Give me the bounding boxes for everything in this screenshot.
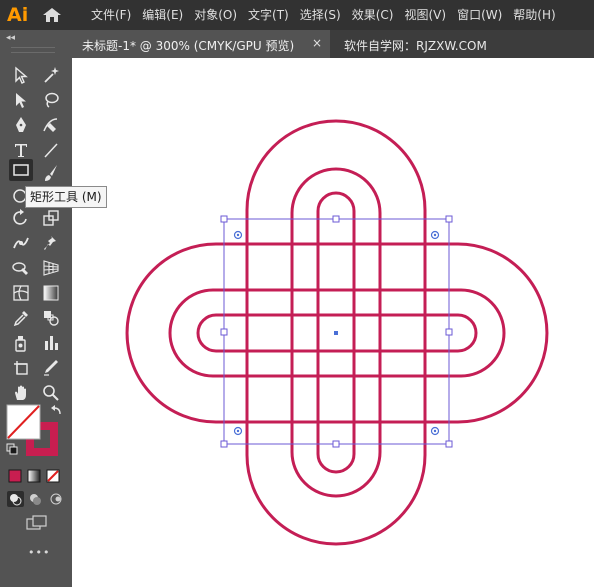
tab-website[interactable]: 软件自学网：RJZXW.COM [344, 37, 487, 54]
panel-grip[interactable] [11, 47, 55, 53]
handle-bottom-right [445, 440, 453, 448]
lasso-tool-icon[interactable] [39, 89, 63, 111]
handle-bottom-center [332, 440, 340, 448]
handle-middle-right [445, 328, 453, 336]
collapse-panel-button[interactable]: ◂◂ [6, 33, 15, 43]
handle-top-right [445, 215, 453, 223]
selection-tool-icon[interactable] [9, 64, 33, 86]
type-tool-icon[interactable] [9, 139, 33, 161]
screen-mode-icon[interactable] [25, 514, 49, 532]
mesh-tool-icon[interactable] [9, 282, 33, 304]
close-icon[interactable]: × [312, 36, 322, 50]
rotate-tool-icon[interactable] [9, 207, 33, 229]
scale-tool-icon[interactable] [39, 207, 63, 229]
artboard-tool-icon[interactable] [9, 357, 33, 379]
handle-top-center [332, 215, 340, 223]
color-mode-buttons[interactable] [6, 467, 66, 485]
column-graph-tool-icon[interactable] [39, 332, 63, 354]
tab-document[interactable]: 未标题-1* @ 300% (CMYK/GPU 预览) × [72, 30, 330, 58]
eyedropper-tool-icon[interactable] [9, 307, 33, 329]
handle-bottom-left [220, 440, 228, 448]
knot-artwork[interactable] [72, 58, 594, 587]
pen-tool-icon[interactable] [9, 114, 33, 136]
handle-top-left [220, 215, 228, 223]
slice-tool-icon[interactable] [39, 357, 63, 379]
direct-selection-tool-icon[interactable] [9, 89, 33, 111]
symbol-sprayer-tool-icon[interactable] [9, 332, 33, 354]
artboard-canvas[interactable] [72, 58, 594, 587]
draw-mode-buttons[interactable] [6, 490, 66, 508]
zoom-tool-icon[interactable] [39, 382, 63, 404]
document-tab-bar: 未标题-1* @ 300% (CMYK/GPU 预览) × 软件自学网：RJZX… [72, 30, 594, 58]
menu-file[interactable]: 文件(F) [88, 0, 134, 30]
selection-bounding-box [220, 215, 453, 448]
line-segment-tool-icon[interactable] [39, 139, 63, 161]
magic-wand-tool-icon[interactable] [39, 64, 63, 86]
menu-view[interactable]: 视图(V) [401, 0, 449, 30]
menu-window[interactable]: 窗口(W) [454, 0, 505, 30]
fill-stroke-swatches[interactable] [4, 402, 68, 462]
edit-toolbar-button[interactable]: ••• [28, 546, 50, 559]
center-point [334, 331, 338, 335]
menu-effect[interactable]: 效果(C) [349, 0, 397, 30]
menu-edit[interactable]: 编辑(E) [139, 0, 186, 30]
pin-tool-icon[interactable] [39, 232, 63, 254]
hand-tool-icon[interactable] [9, 382, 33, 404]
menu-bar: Ai 文件(F) 编辑(E) 对象(O) 文字(T) 选择(S) 效果(C) 视… [0, 0, 594, 30]
handle-middle-left [220, 328, 228, 336]
home-icon[interactable] [40, 6, 64, 24]
tab-document-label: 未标题-1* @ 300% (CMYK/GPU 预览) [82, 39, 295, 53]
menu-object[interactable]: 对象(O) [191, 0, 240, 30]
main-menu: 文件(F) 编辑(E) 对象(O) 文字(T) 选择(S) 效果(C) 视图(V… [88, 0, 564, 30]
perspective-grid-tool-icon[interactable] [39, 257, 63, 279]
blend-tool-icon[interactable] [39, 307, 63, 329]
illustrator-logo: Ai [7, 4, 29, 26]
menu-type[interactable]: 文字(T) [245, 0, 292, 30]
tool-tooltip: 矩形工具 (M) [25, 186, 107, 208]
rectangle-tool-icon[interactable] [9, 159, 33, 181]
gradient-tool-icon[interactable] [39, 282, 63, 304]
menu-help[interactable]: 帮助(H) [510, 0, 558, 30]
puppet-warp-tool-icon[interactable] [9, 232, 33, 254]
menu-select[interactable]: 选择(S) [297, 0, 344, 30]
paintbrush-tool-icon[interactable] [39, 162, 63, 184]
curvature-tool-icon[interactable] [39, 114, 63, 136]
shape-builder-tool-icon[interactable] [9, 257, 33, 279]
